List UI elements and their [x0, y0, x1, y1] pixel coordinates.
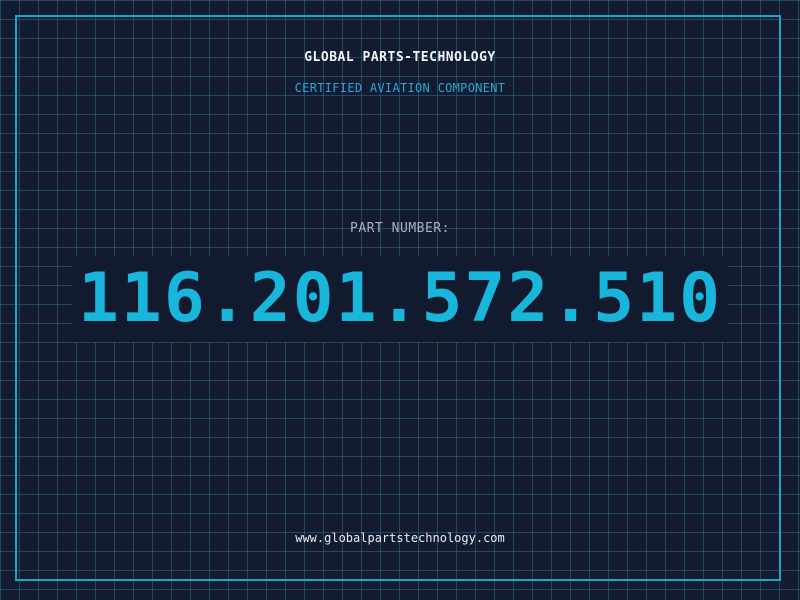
tagline: CERTIFIED AVIATION COMPONENT: [294, 81, 506, 95]
part-card: GLOBAL PARTS-TECHNOLOGY CERTIFIED AVIATI…: [0, 0, 800, 600]
part-number-container: 116.201.572.510: [0, 256, 800, 342]
company-name: GLOBAL PARTS-TECHNOLOGY: [304, 50, 496, 65]
website-url: www.globalpartstechnology.com: [295, 531, 505, 545]
part-number-value: 116.201.572.510: [71, 256, 729, 342]
part-number-label: PART NUMBER:: [350, 221, 450, 236]
